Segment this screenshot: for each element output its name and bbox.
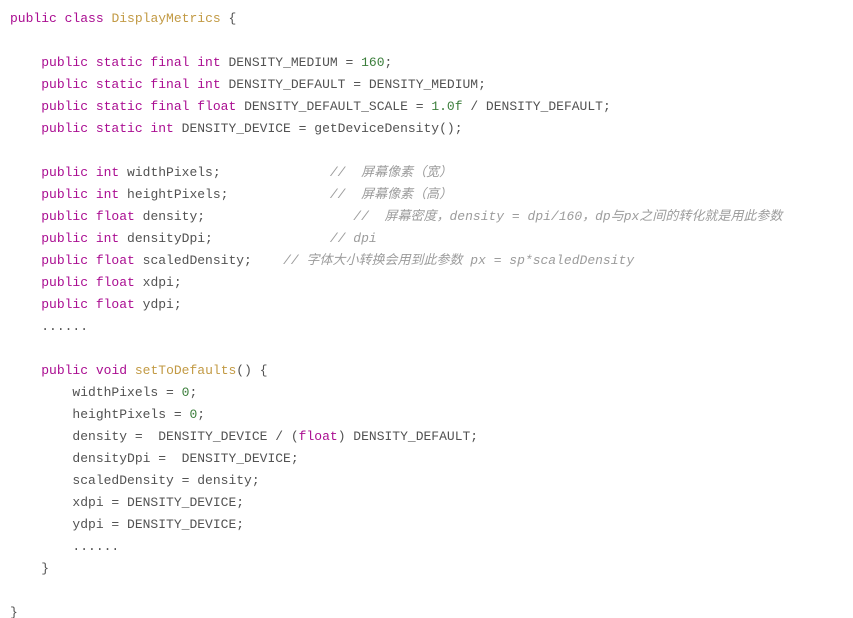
code-line: public static final int DENSITY_DEFAULT …	[10, 77, 486, 92]
code-line: ......	[10, 319, 88, 334]
code-block: public class DisplayMetrics { public sta…	[0, 0, 853, 618]
code-line: public float ydpi;	[10, 297, 182, 312]
code-line: public float xdpi;	[10, 275, 182, 290]
code-line: public float density; // 屏幕密度，density = …	[10, 209, 782, 224]
code-line: densityDpi = DENSITY_DEVICE;	[10, 451, 299, 466]
code-line: public int densityDpi; // dpi	[10, 231, 377, 246]
code-line: }	[10, 605, 18, 618]
code-line: public float scaledDensity; // 字体大小转换会用到…	[10, 253, 634, 268]
code-line: scaledDensity = density;	[10, 473, 260, 488]
code-line: heightPixels = 0;	[10, 407, 205, 422]
code-line: public static int DENSITY_DEVICE = getDe…	[10, 121, 463, 136]
code-line: public static final int DENSITY_MEDIUM =…	[10, 55, 392, 70]
code-line: public void setToDefaults() {	[10, 363, 268, 378]
code-line: public int widthPixels; // 屏幕像素（宽）	[10, 165, 452, 180]
code-line: widthPixels = 0;	[10, 385, 197, 400]
code-line: ydpi = DENSITY_DEVICE;	[10, 517, 244, 532]
code-line: density = DENSITY_DEVICE / (float) DENSI…	[10, 429, 478, 444]
code-line: public class DisplayMetrics {	[10, 11, 236, 26]
code-line: public int heightPixels; // 屏幕像素（高）	[10, 187, 452, 202]
code-line: xdpi = DENSITY_DEVICE;	[10, 495, 244, 510]
code-line: }	[10, 561, 49, 576]
code-line: ......	[10, 539, 119, 554]
code-line: public static final float DENSITY_DEFAUL…	[10, 99, 611, 114]
